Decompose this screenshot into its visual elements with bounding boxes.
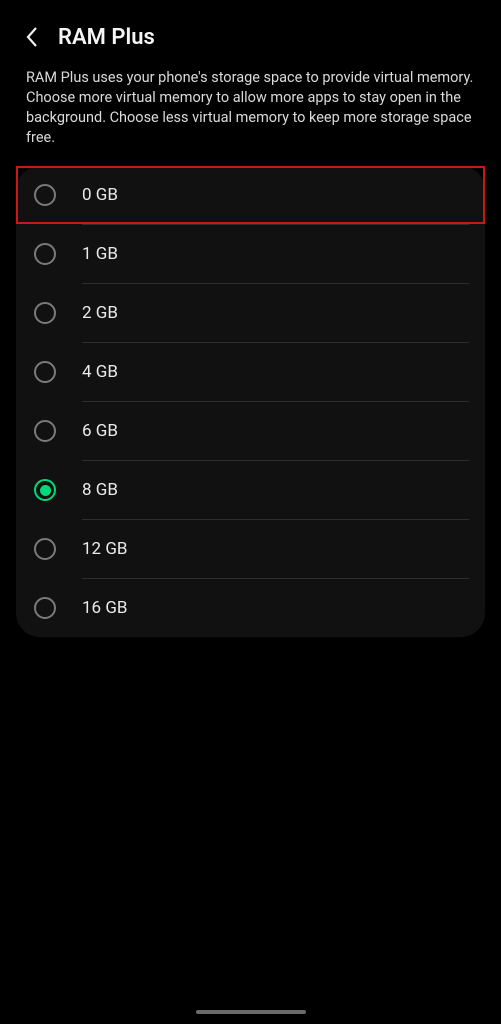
radio-button[interactable] xyxy=(34,361,56,383)
ram-option-label: 6 GB xyxy=(82,421,467,441)
ram-option-label: 12 GB xyxy=(82,539,467,559)
page-header: RAM Plus xyxy=(4,4,497,68)
ram-option-label: 8 GB xyxy=(82,480,467,500)
back-button[interactable] xyxy=(18,24,44,50)
ram-option-row[interactable]: 1 GB xyxy=(16,225,485,283)
ram-option-label: 2 GB xyxy=(82,303,467,323)
radio-button[interactable] xyxy=(34,184,56,206)
radio-button[interactable] xyxy=(34,538,56,560)
ram-option-row[interactable]: 8 GB xyxy=(16,461,485,519)
radio-button[interactable] xyxy=(34,597,56,619)
ram-option-row[interactable]: 16 GB xyxy=(16,579,485,637)
ram-option-label: 1 GB xyxy=(82,244,467,264)
page-description: RAM Plus uses your phone's storage space… xyxy=(4,68,497,166)
radio-button[interactable] xyxy=(34,243,56,265)
page-title: RAM Plus xyxy=(58,25,155,50)
ram-option-row[interactable]: 6 GB xyxy=(16,402,485,460)
ram-option-row[interactable]: 4 GB xyxy=(16,343,485,401)
ram-option-label: 0 GB xyxy=(82,185,467,205)
chevron-left-icon xyxy=(25,26,38,48)
ram-options-list: 0 GB 1 GB 2 GB 4 GB 6 GB 8 GB 12 GB 16 GB xyxy=(16,166,485,637)
nav-handle[interactable] xyxy=(196,1010,306,1014)
radio-button[interactable] xyxy=(34,302,56,324)
radio-button[interactable] xyxy=(34,420,56,442)
ram-option-label: 16 GB xyxy=(82,598,467,618)
ram-option-row[interactable]: 12 GB xyxy=(16,520,485,578)
ram-option-row[interactable]: 0 GB xyxy=(16,166,485,224)
radio-button[interactable] xyxy=(34,479,56,501)
ram-option-label: 4 GB xyxy=(82,362,467,382)
ram-option-row[interactable]: 2 GB xyxy=(16,284,485,342)
